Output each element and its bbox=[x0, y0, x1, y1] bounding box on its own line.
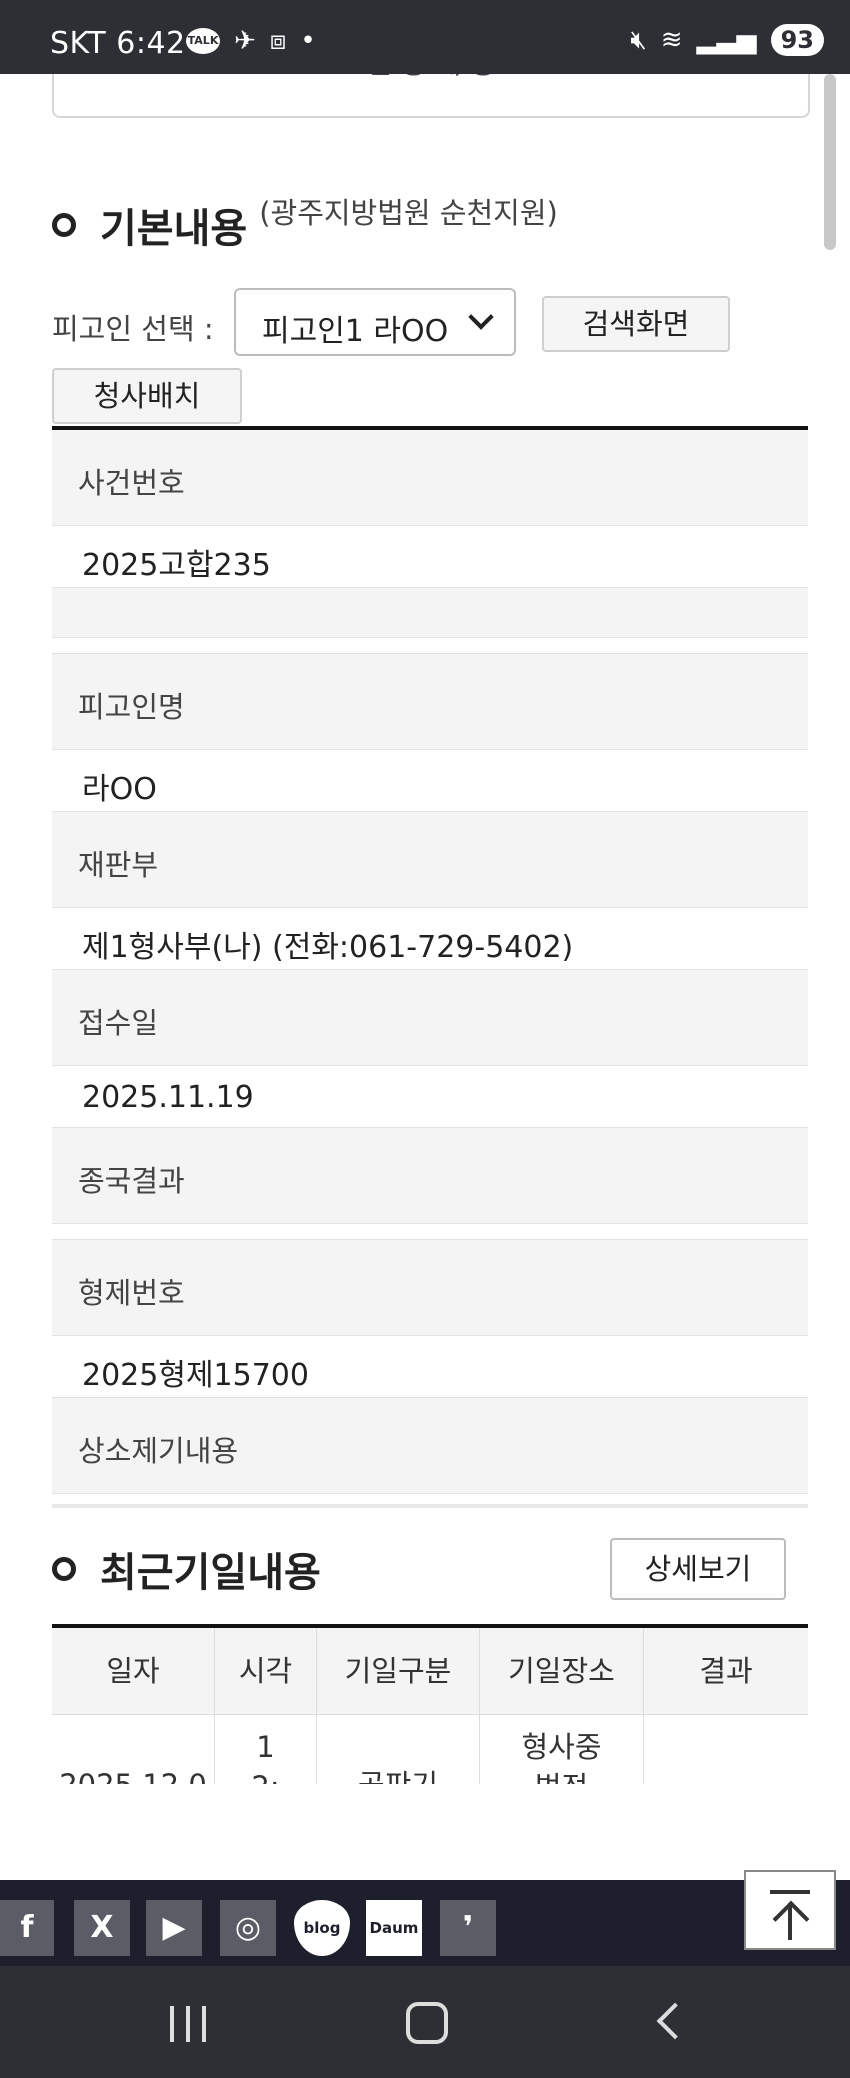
defendant-name: 라OO bbox=[82, 772, 157, 807]
bullet-icon bbox=[52, 1557, 76, 1581]
bullet-icon bbox=[52, 213, 76, 237]
court-div-label-row: 재판부 bbox=[52, 812, 808, 908]
cell-time: 1 2: bbox=[215, 1715, 317, 1784]
row-gap bbox=[52, 638, 808, 654]
defendant-label-row: 피고인명 bbox=[52, 654, 808, 750]
row-gap bbox=[52, 1224, 808, 1240]
result-label: 종국결과 bbox=[78, 1164, 185, 1198]
x-icon[interactable]: X bbox=[74, 1900, 130, 1956]
appeal-label-row: 상소제기내용 bbox=[52, 1398, 808, 1494]
appeal-label: 상소제기내용 bbox=[78, 1434, 239, 1468]
header-time: 시각 bbox=[215, 1628, 317, 1714]
mute-icon: 🔇︎ bbox=[630, 25, 647, 55]
case-no-label-row: 사건번호 bbox=[52, 430, 808, 526]
recent-dates-table: 일자 시각 기일구분 기일장소 결과 2025.12.0 1 2: 공판기 형사… bbox=[52, 1624, 808, 1784]
prison-no-label-row: 형제번호 bbox=[52, 1240, 808, 1336]
detail-view-button[interactable]: 상세보기 bbox=[610, 1538, 786, 1600]
status-bar: SKT 6:42 TALK ✈ ⧈ • 🔇︎ ≋ ▂▃▅ 93 bbox=[0, 0, 850, 74]
battery-icon: 93 bbox=[770, 24, 824, 56]
signal-icon: ▂▃▅ bbox=[696, 25, 757, 55]
header-place: 기일장소 bbox=[480, 1628, 644, 1714]
nav-bar bbox=[0, 1966, 850, 2078]
row-gap bbox=[52, 1494, 808, 1508]
defendant-select-value: 피고인1 라OO bbox=[262, 314, 449, 349]
instagram-icon[interactable]: ◎ bbox=[220, 1900, 276, 1956]
top-box-label: 전 송 내 용 bbox=[54, 74, 808, 82]
prison-no-label: 형제번호 bbox=[78, 1276, 185, 1310]
kakao-story-icon[interactable]: ❜ bbox=[440, 1900, 496, 1956]
chevron-down-icon bbox=[468, 304, 494, 330]
carrier-time: SKT 6:42 bbox=[50, 26, 186, 61]
header-date: 일자 bbox=[52, 1628, 215, 1714]
court-div-label: 재판부 bbox=[78, 848, 159, 882]
header-result: 결과 bbox=[699, 1654, 753, 1688]
notification-icon: ✈ bbox=[234, 26, 256, 56]
daum-icon[interactable]: Daum bbox=[366, 1900, 422, 1956]
court-div-row: 제1형사부(나) (전화:061-729-5402) bbox=[52, 908, 808, 970]
screenshot-icon: ⧈ bbox=[269, 26, 287, 56]
wifi-icon: ≋ bbox=[660, 25, 683, 55]
blog-icon[interactable]: blog bbox=[294, 1900, 350, 1956]
more-notifications-icon: • bbox=[300, 26, 316, 56]
home-icon[interactable] bbox=[406, 2002, 448, 2044]
arrow-up-icon bbox=[770, 1890, 810, 1894]
defendant-select[interactable]: 피고인1 라OO bbox=[234, 288, 516, 356]
cell-place: 형사중 법정 bbox=[480, 1715, 644, 1784]
defendant-row: 라OO bbox=[52, 750, 808, 812]
cell-type: 공판기 bbox=[317, 1715, 480, 1784]
case-no: 2025고합235 bbox=[82, 548, 271, 583]
court-layout-button[interactable]: 청사배치 bbox=[52, 368, 242, 424]
kakaotalk-icon: TALK bbox=[186, 28, 220, 54]
received-date: 2025.11.19 bbox=[82, 1080, 254, 1115]
page-content: 전 송 내 용 기본내용 (광주지방법원 순천지원) 피고인 선택 : 피고인1… bbox=[0, 74, 850, 1784]
top-box: 전 송 내 용 bbox=[52, 74, 810, 118]
header-type: 기일구분 bbox=[317, 1628, 480, 1714]
blank-row bbox=[52, 588, 808, 638]
recent-section-title: 최근기일내용 bbox=[52, 1540, 321, 1598]
arrow-up-stem bbox=[788, 1906, 792, 1940]
back-icon[interactable] bbox=[656, 2002, 694, 2040]
recent-apps-icon[interactable] bbox=[170, 2006, 210, 2042]
social-bar: f X ▶ ◎ blog Daum ❜ bbox=[0, 1880, 850, 1966]
result-label-row: 종국결과 bbox=[52, 1128, 808, 1224]
status-icons-right: 🔇︎ ≋ ▂▃▅ 93 bbox=[630, 24, 824, 56]
cell-result bbox=[644, 1715, 808, 1784]
table-row[interactable]: 2025.12.0 1 2: 공판기 형사중 법정 bbox=[52, 1715, 808, 1784]
basic-section-heading: 기본내용 bbox=[100, 206, 248, 252]
basic-info-table: 사건번호 2025고합235 피고인명 라OO 재판부 제1형사부(나) (전화… bbox=[52, 426, 808, 1508]
court-name: (광주지방법원 순천지원) bbox=[259, 196, 558, 230]
scrollbar[interactable] bbox=[824, 74, 836, 250]
facebook-icon[interactable]: f bbox=[0, 1900, 54, 1956]
prison-no: 2025형제15700 bbox=[82, 1358, 309, 1393]
received-label-row: 접수일 bbox=[52, 970, 808, 1066]
defendant-select-label: 피고인 선택 : bbox=[52, 312, 214, 346]
search-screen-button[interactable]: 검색화면 bbox=[542, 296, 730, 352]
case-no-label: 사건번호 bbox=[78, 466, 185, 500]
youtube-icon[interactable]: ▶ bbox=[146, 1900, 202, 1956]
received-row: 2025.11.19 bbox=[52, 1066, 808, 1128]
cell-date: 2025.12.0 bbox=[52, 1715, 215, 1784]
defendant-label: 피고인명 bbox=[78, 690, 185, 724]
scroll-top-button[interactable] bbox=[744, 1870, 836, 1950]
received-label: 접수일 bbox=[78, 1006, 159, 1040]
court-div: 제1형사부(나) (전화:061-729-5402) bbox=[82, 930, 574, 965]
prison-no-row: 2025형제15700 bbox=[52, 1336, 808, 1398]
case-no-row: 2025고합235 bbox=[52, 526, 808, 588]
status-icons-left: TALK ✈ ⧈ • bbox=[186, 26, 316, 56]
basic-section-title: 기본내용 (광주지방법원 순천지원) bbox=[52, 196, 558, 254]
table-header: 일자 시각 기일구분 기일장소 결과 bbox=[52, 1628, 808, 1715]
recent-section-heading: 최근기일내용 bbox=[100, 1550, 321, 1596]
